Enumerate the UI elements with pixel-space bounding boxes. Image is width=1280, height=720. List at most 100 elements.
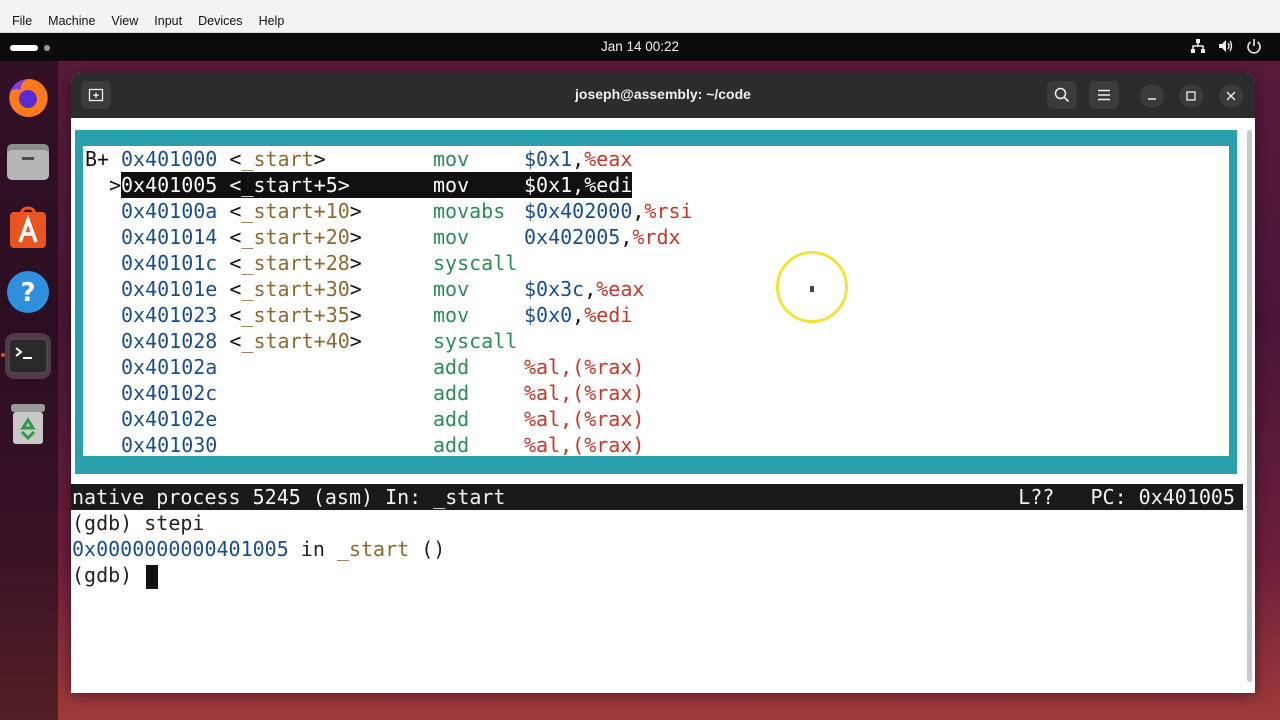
dock-firefox[interactable] — [5, 75, 51, 121]
asm-address: 0x401000 — [121, 147, 218, 171]
asm-operands: $0x1,%edi — [524, 172, 632, 198]
asm-operand-register: %al,(%rax) — [524, 381, 645, 405]
asm-operand-separator: , — [572, 173, 585, 197]
console-symbol: _start — [336, 537, 410, 561]
console-address: 0x0000000000401005 — [72, 537, 289, 561]
asm-operand-immediate: $0x1 — [524, 147, 573, 171]
menu-file[interactable]: File — [4, 14, 40, 28]
asm-location: 0x401014 <_start+20> — [121, 224, 433, 250]
hamburger-icon — [1098, 89, 1110, 101]
asm-instruction: 0x401030 add %al,(%rax) — [121, 432, 644, 458]
console-prompt-line[interactable]: (gdb) — [72, 562, 159, 589]
host-title-strip — [0, 0, 1280, 9]
asm-line: 0x401030 add %al,(%rax) — [83, 432, 1229, 458]
asm-symbol-open: < — [217, 329, 242, 353]
close-button[interactable] — [1219, 84, 1243, 108]
system-tray[interactable] — [1190, 38, 1262, 54]
network-icon[interactable] — [1190, 38, 1206, 54]
asm-symbol-open: < — [217, 277, 242, 301]
svg-text:?: ? — [20, 278, 35, 308]
asm-address: 0x401014 — [121, 225, 218, 249]
asm-location: 0x401005 <_start+5> — [121, 172, 433, 198]
asm-operands: $0x0,%edi — [524, 302, 632, 328]
asm-symbol-open: < — [217, 199, 242, 223]
console-in: in — [288, 537, 337, 561]
asm-address: 0x40102e — [121, 407, 218, 431]
asm-location: 0x40102a — [121, 354, 433, 380]
asm-symbol-close: > — [349, 329, 362, 353]
files-icon — [7, 144, 49, 180]
scrollbar[interactable] — [1247, 130, 1252, 682]
menu-devices[interactable]: Devices — [190, 14, 250, 28]
asm-address: 0x40102a — [121, 355, 218, 379]
dock-app-center[interactable] — [5, 205, 51, 251]
asm-instruction: 0x401000 <_start> mov $0x1,%eax — [121, 146, 632, 172]
asm-location: 0x401000 <_start> — [121, 146, 433, 172]
asm-line: B+ 0x401000 <_start> mov $0x1,%eax — [83, 146, 1229, 172]
asm-operands: $0x402000,%rsi — [524, 198, 693, 224]
asm-symbol: _start+28 — [241, 251, 350, 275]
dock-files[interactable] — [5, 139, 51, 185]
asm-address: 0x40100a — [121, 199, 218, 223]
asm-symbol-close: > — [313, 147, 326, 171]
dock: ? — [0, 61, 58, 720]
asm-address: 0x401023 — [121, 303, 218, 327]
asm-instruction: 0x40101c <_start+28> syscall — [121, 250, 524, 276]
asm-operand-separator: , — [572, 303, 585, 327]
asm-symbol-close: > — [349, 277, 362, 301]
asm-address: 0x40101e — [121, 277, 218, 301]
breakpoint-marker: > — [85, 173, 122, 197]
asm-instruction: 0x401028 <_start+40> syscall — [121, 328, 524, 354]
menu-input[interactable]: Input — [146, 14, 190, 28]
breakpoint-marker: B+ — [85, 147, 110, 171]
asm-operand-immediate: $0x1 — [524, 173, 573, 197]
asm-operand-separator: , — [584, 277, 597, 301]
asm-instruction: 0x40102c add %al,(%rax) — [121, 380, 644, 406]
power-icon[interactable] — [1246, 38, 1262, 54]
dock-trash[interactable] — [5, 401, 51, 447]
asm-symbol-open: < — [217, 303, 242, 327]
search-icon — [1054, 87, 1070, 103]
menu-help[interactable]: Help — [251, 14, 293, 28]
asm-line: 0x40102a add %al,(%rax) — [83, 354, 1229, 380]
status-process: native process 5245 (asm) In: _start — [72, 485, 506, 509]
asm-operand-register: %edi — [584, 173, 633, 197]
search-button[interactable] — [1047, 81, 1077, 109]
asm-symbol-open: < — [217, 225, 242, 249]
asm-operand-separator: , — [632, 199, 645, 223]
dock-terminal[interactable] — [5, 333, 51, 379]
asm-address: 0x401030 — [121, 433, 218, 457]
asm-symbol: _start+30 — [241, 277, 350, 301]
gdb-status-bar: native process 5245 (asm) In: _start L??… — [71, 484, 1243, 510]
menu-machine[interactable]: Machine — [40, 14, 103, 28]
trash-icon — [11, 404, 45, 444]
asm-mnemonic: mov — [433, 225, 470, 249]
maximize-button[interactable] — [1179, 84, 1203, 108]
asm-line: 0x401014 <_start+20> mov 0x402005,%rdx — [83, 224, 1229, 250]
asm-location: 0x401030 — [121, 432, 433, 458]
terminal-content[interactable]: B+ 0x401000 <_start> mov $0x1,%eax >0x40100… — [71, 118, 1255, 693]
mouse-pointer — [810, 286, 814, 292]
asm-address: 0x401005 — [121, 173, 218, 197]
terminal-window: joseph@assembly: ~/code B+ 0x401000 <_sta… — [71, 73, 1255, 693]
firefox-icon — [9, 78, 48, 117]
menu-view[interactable]: View — [103, 14, 146, 28]
asm-mnemonic: mov — [433, 303, 470, 327]
asm-mnemonic: add — [433, 381, 470, 405]
clock[interactable]: Jan 14 00:22 — [0, 39, 1280, 54]
asm-symbol: _start — [241, 147, 314, 171]
asm-symbol-close: > — [349, 303, 362, 327]
window-headerbar[interactable]: joseph@assembly: ~/code — [71, 73, 1255, 118]
asm-mnemonic: syscall — [433, 251, 518, 275]
asm-line: 0x40102e add %al,(%rax) — [83, 406, 1229, 432]
asm-mnemonic: mov — [433, 173, 470, 197]
asm-operand-separator: , — [572, 147, 585, 171]
asm-location: 0x40101e <_start+30> — [121, 276, 433, 302]
console-line: 0x0000000000401005 in _start () — [72, 536, 445, 562]
volume-icon[interactable] — [1218, 38, 1234, 54]
menu-button[interactable] — [1089, 81, 1119, 109]
asm-operand-register: %al,(%rax) — [524, 407, 645, 431]
asm-operands: $0x3c,%eax — [524, 276, 644, 302]
dock-help[interactable]: ? — [5, 269, 51, 315]
minimize-button[interactable] — [1140, 84, 1164, 108]
